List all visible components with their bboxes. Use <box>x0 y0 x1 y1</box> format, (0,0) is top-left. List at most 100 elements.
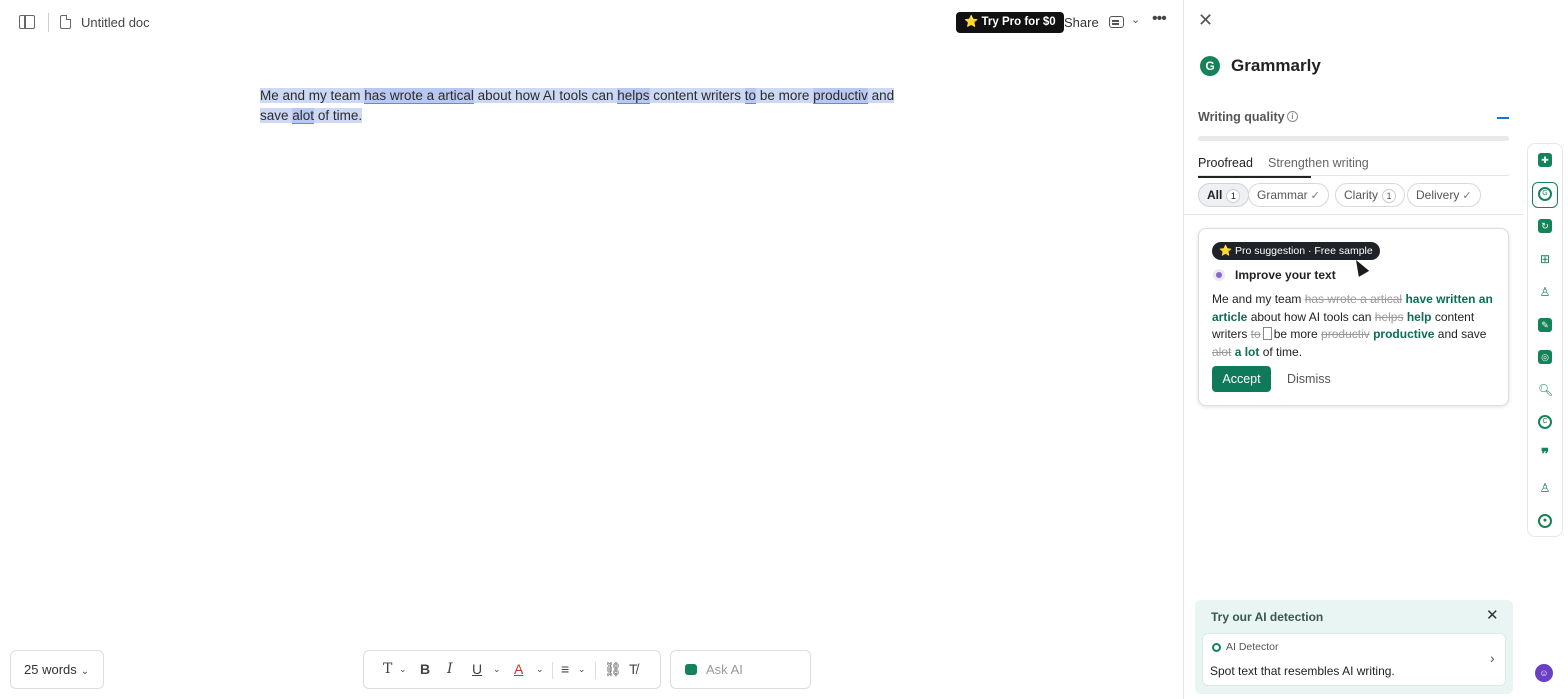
sugg-deletion: has wrote a artical <box>1304 292 1403 306</box>
link-icon[interactable]: ⛓ <box>604 661 622 678</box>
flagged-text[interactable]: helps <box>617 88 650 104</box>
ai-detection-card: Try our AI detection ✕ AI Detector Spot … <box>1195 600 1513 694</box>
grammarly-logo-icon: G <box>1200 56 1220 76</box>
settings-icon[interactable]: ● <box>1538 514 1552 528</box>
filter-chip-delivery[interactable]: Delivery ✓ <box>1407 183 1481 207</box>
tabs-divider <box>1198 175 1509 176</box>
chevron-down-icon[interactable]: ⌄ <box>1131 13 1140 26</box>
humanize-icon[interactable]: ✎ <box>1538 318 1552 332</box>
reader-icon[interactable]: ♙ <box>1538 285 1552 299</box>
sugg-insertion: a lot <box>1234 344 1260 359</box>
ai-detector-link[interactable]: AI Detector Spot text that resembles AI … <box>1202 633 1506 686</box>
chevron-down-icon[interactable]: ⌄ <box>536 664 544 675</box>
collapse-icon[interactable] <box>1497 117 1509 119</box>
search-icon[interactable]: 🔍︎ <box>1538 383 1553 397</box>
writing-quality-label: Writing quality <box>1198 110 1285 124</box>
panel-title: Grammarly <box>1231 56 1321 75</box>
ai-detector-description: Spot text that resembles AI writing. <box>1210 664 1395 678</box>
expert-icon[interactable]: ♙ <box>1538 481 1552 495</box>
chevron-right-icon: › <box>1490 650 1495 666</box>
try-pro-button[interactable]: ⭐ Try Pro for $0 <box>956 12 1064 33</box>
chevron-down-icon[interactable]: ⌄ <box>493 664 501 675</box>
citation-icon[interactable]: ❞ <box>1538 447 1552 462</box>
chip-count: 1 <box>1226 189 1241 203</box>
text-cursor-icon <box>1262 327 1272 340</box>
doc-title[interactable]: Untitled doc <box>81 15 150 30</box>
selected-text: of time. <box>314 108 363 123</box>
sugg-text: be more <box>1273 327 1322 341</box>
grammarly-icon[interactable]: G <box>1538 187 1552 201</box>
chip-label: Clarity <box>1344 188 1379 202</box>
chip-label: All <box>1207 188 1223 202</box>
flagged-text[interactable]: has wrote a artical <box>364 88 474 104</box>
sugg-deletion: alot <box>1212 344 1232 359</box>
format-toolbar: T ⌄ B I U ⌄ A ⌄ ≡ ⌄ ⛓ T̸ <box>363 650 661 689</box>
info-icon[interactable]: i <box>1287 111 1298 122</box>
toolbar-divider <box>552 662 553 679</box>
suggestion-card[interactable]: ⭐ Pro suggestion · Free sample Improve y… <box>1198 228 1509 406</box>
ai-detector-label: AI Detector <box>1226 641 1279 653</box>
sugg-text: and save <box>1434 327 1487 341</box>
sugg-insertion: productive <box>1373 327 1435 341</box>
audience-icon[interactable]: ⊞ <box>1538 252 1552 266</box>
chip-label: Grammar <box>1257 188 1308 202</box>
text-style-icon[interactable]: T <box>383 661 392 677</box>
toolbar-divider <box>595 662 596 679</box>
italic-icon[interactable]: I <box>447 661 453 677</box>
chip-label: Delivery <box>1416 188 1460 202</box>
writing-quality-bar <box>1198 136 1509 141</box>
sugg-insertion: help <box>1406 309 1432 324</box>
grammarly-panel: ✕ G Grammarly Writing quality i Proofrea… <box>1183 0 1523 699</box>
flagged-text[interactable]: productiv <box>813 88 868 104</box>
header-divider <box>48 13 49 32</box>
clear-format-icon[interactable]: T̸ <box>629 661 638 677</box>
filter-chip-clarity[interactable]: Clarity 1 <box>1335 183 1406 207</box>
ask-ai-placeholder: Ask AI <box>706 662 743 677</box>
sugg-deletion: productiv <box>1321 327 1370 341</box>
sugg-text: about how AI tools can <box>1247 309 1375 324</box>
sparkle-icon <box>1213 269 1225 281</box>
dismiss-button[interactable]: Dismiss <box>1287 372 1331 386</box>
word-count-label: 25 words <box>24 662 77 677</box>
chip-count: 1 <box>1382 189 1397 203</box>
selected-text: about how AI tools can <box>473 88 618 103</box>
document-body[interactable]: Me and my team has wrote a artical about… <box>260 86 910 126</box>
ai-detector-icon[interactable]: ◎ <box>1538 350 1552 364</box>
assistant-avatar-icon[interactable]: ☺ <box>1535 664 1553 682</box>
selected-text: be more <box>756 88 814 103</box>
align-icon[interactable]: ≡ <box>561 661 569 677</box>
filter-chip-all[interactable]: All 1 <box>1198 183 1250 207</box>
selected-text: Me and my team <box>260 88 365 103</box>
flagged-text[interactable]: to <box>744 88 757 104</box>
chevron-down-icon[interactable]: ⌄ <box>578 664 586 675</box>
ai-chat-icon[interactable]: ✚ <box>1538 153 1552 167</box>
accept-button[interactable]: Accept <box>1212 366 1271 392</box>
sugg-deletion: to <box>1250 327 1261 341</box>
selected-text: content writers <box>649 88 745 103</box>
checkmark-icon: ✓ <box>1310 190 1320 202</box>
text-color-icon[interactable]: A <box>514 661 523 677</box>
more-options-icon[interactable]: ••• <box>1152 10 1167 28</box>
sidebar-toggle-icon[interactable] <box>19 15 35 29</box>
flagged-text[interactable]: alot <box>292 108 315 124</box>
tab-strengthen-writing[interactable]: Strengthen writing <box>1268 156 1369 176</box>
word-count-button[interactable]: 25 words ⌄ <box>10 650 104 689</box>
plagiarism-icon[interactable]: C <box>1538 415 1552 429</box>
share-button[interactable]: Share <box>1064 15 1099 30</box>
chevron-down-icon[interactable]: ⌄ <box>399 664 407 675</box>
suggestion-text: Me and my team has wrote a artical have … <box>1212 291 1502 361</box>
top-bar: Untitled doc ⭐ Try Pro for $0 Share ⌄ ••… <box>0 0 1183 46</box>
search-icon <box>1212 643 1221 652</box>
rewrite-icon[interactable]: ↻ <box>1538 219 1552 233</box>
underline-icon[interactable]: U <box>472 661 482 677</box>
ai-detection-title: Try our AI detection <box>1211 610 1324 624</box>
ask-ai-input[interactable]: Ask AI <box>670 650 811 689</box>
suggestion-title: Improve your text <box>1235 268 1336 282</box>
bold-icon[interactable]: B <box>420 661 430 677</box>
sugg-text: of time. <box>1259 344 1303 359</box>
comment-icon[interactable] <box>1109 16 1124 28</box>
filter-chip-grammar[interactable]: Grammar ✓ <box>1248 183 1329 207</box>
close-icon[interactable]: ✕ <box>1198 10 1213 31</box>
close-icon[interactable]: ✕ <box>1486 606 1499 624</box>
document-icon <box>60 15 71 29</box>
